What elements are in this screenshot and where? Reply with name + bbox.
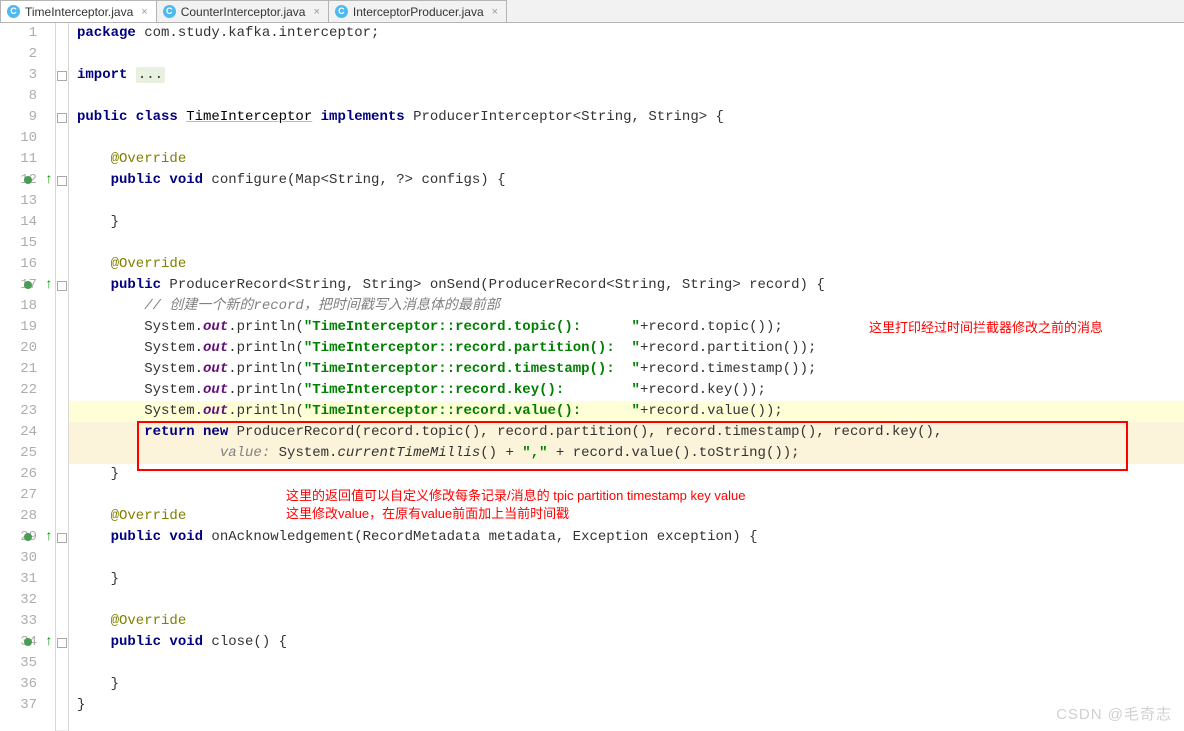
tab-interceptorproducer[interactable]: C InterceptorProducer.java ×	[328, 0, 507, 22]
line-number: 24	[0, 422, 55, 443]
editor-tabs: C TimeInterceptor.java × C CounterInterc…	[0, 0, 1184, 23]
code-line	[69, 548, 1184, 569]
code-line: public void onAcknowledgement(RecordMeta…	[69, 527, 1184, 548]
line-number: 10	[0, 128, 55, 149]
line-number: 22	[0, 380, 55, 401]
fold-collapse-icon[interactable]	[56, 632, 68, 653]
code-line: System.out.println("TimeInterceptor::rec…	[69, 359, 1184, 380]
code-line: }	[69, 569, 1184, 590]
line-number: 27	[0, 485, 55, 506]
close-icon[interactable]: ×	[313, 6, 319, 18]
code-line: package com.study.kafka.interceptor;	[69, 23, 1184, 44]
line-number: 26	[0, 464, 55, 485]
code-line: @Override	[69, 611, 1184, 632]
code-line	[69, 653, 1184, 674]
code-line: System.out.println("TimeInterceptor::rec…	[69, 338, 1184, 359]
line-number: 28	[0, 506, 55, 527]
fold-collapse-icon[interactable]	[56, 275, 68, 296]
line-number-gutter: 1 2 3 8 9 10 11 12 13 14 15 16 17 18 19 …	[0, 23, 56, 731]
annotation-note-3: 这里修改value，在原有value前面加上当前时间戳	[286, 503, 569, 524]
code-line	[69, 590, 1184, 611]
line-number: 33	[0, 611, 55, 632]
code-line: }	[69, 674, 1184, 695]
code-line: value: System.currentTimeMillis() + "," …	[69, 443, 1184, 464]
code-line: @Override	[69, 149, 1184, 170]
fold-collapse-icon[interactable]	[56, 170, 68, 191]
line-number: 32	[0, 590, 55, 611]
code-line: public void close() {	[69, 632, 1184, 653]
code-editor[interactable]: 1 2 3 8 9 10 11 12 13 14 15 16 17 18 19 …	[0, 23, 1184, 731]
fold-collapse-icon[interactable]	[56, 527, 68, 548]
java-class-icon: C	[7, 5, 20, 18]
line-number: 29	[0, 527, 55, 548]
code-line: import ...	[69, 65, 1184, 86]
java-class-icon: C	[335, 5, 348, 18]
code-line: System.out.println("TimeInterceptor::rec…	[69, 401, 1184, 422]
fold-gutter	[56, 23, 69, 731]
close-icon[interactable]: ×	[141, 6, 147, 18]
code-line: @Override	[69, 254, 1184, 275]
line-number: 1	[0, 23, 55, 44]
code-line: // 创建一个新的record，把时间戳写入消息体的最前部	[69, 296, 1184, 317]
annotation-note-1: 这里打印经过时间拦截器修改之前的消息	[869, 317, 1103, 338]
code-line: return new ProducerRecord(record.topic()…	[69, 422, 1184, 443]
line-number: 35	[0, 653, 55, 674]
code-area[interactable]: package com.study.kafka.interceptor; imp…	[69, 23, 1184, 731]
code-line	[69, 44, 1184, 65]
line-number: 36	[0, 674, 55, 695]
java-class-icon: C	[163, 5, 176, 18]
line-number: 18	[0, 296, 55, 317]
code-line: public void configure(Map<String, ?> con…	[69, 170, 1184, 191]
code-line: @Override	[69, 506, 1184, 527]
line-number: 8	[0, 86, 55, 107]
tab-label: TimeInterceptor.java	[25, 5, 133, 19]
code-line: }	[69, 464, 1184, 485]
line-number: 30	[0, 548, 55, 569]
line-number: 19	[0, 317, 55, 338]
code-line: public class TimeInterceptor implements …	[69, 107, 1184, 128]
watermark: CSDN @毛奇志	[1056, 703, 1172, 724]
line-number: 15	[0, 233, 55, 254]
line-number: 21	[0, 359, 55, 380]
tab-label: InterceptorProducer.java	[353, 5, 484, 19]
line-number: 12	[0, 170, 55, 191]
line-number: 37	[0, 695, 55, 716]
close-icon[interactable]: ×	[492, 6, 498, 18]
line-number: 16	[0, 254, 55, 275]
tab-label: CounterInterceptor.java	[181, 5, 306, 19]
code-line: public ProducerRecord<String, String> on…	[69, 275, 1184, 296]
code-line	[69, 233, 1184, 254]
code-line	[69, 191, 1184, 212]
line-number: 34	[0, 632, 55, 653]
code-line: }	[69, 695, 1184, 716]
line-number: 17	[0, 275, 55, 296]
fold-expand-icon[interactable]	[56, 65, 68, 86]
code-line: }	[69, 212, 1184, 233]
code-line: System.out.println("TimeInterceptor::rec…	[69, 380, 1184, 401]
line-number: 3	[0, 65, 55, 86]
line-number: 9	[0, 107, 55, 128]
line-number: 11	[0, 149, 55, 170]
tab-counterinterceptor[interactable]: C CounterInterceptor.java ×	[156, 0, 329, 22]
code-line	[69, 86, 1184, 107]
line-number: 31	[0, 569, 55, 590]
fold-collapse-icon[interactable]	[56, 107, 68, 128]
code-line	[69, 128, 1184, 149]
line-number: 2	[0, 44, 55, 65]
line-number: 20	[0, 338, 55, 359]
tab-timeinterceptor[interactable]: C TimeInterceptor.java ×	[0, 0, 157, 22]
line-number: 13	[0, 191, 55, 212]
line-number: 25	[0, 443, 55, 464]
line-number: 23	[0, 401, 55, 422]
line-number: 14	[0, 212, 55, 233]
